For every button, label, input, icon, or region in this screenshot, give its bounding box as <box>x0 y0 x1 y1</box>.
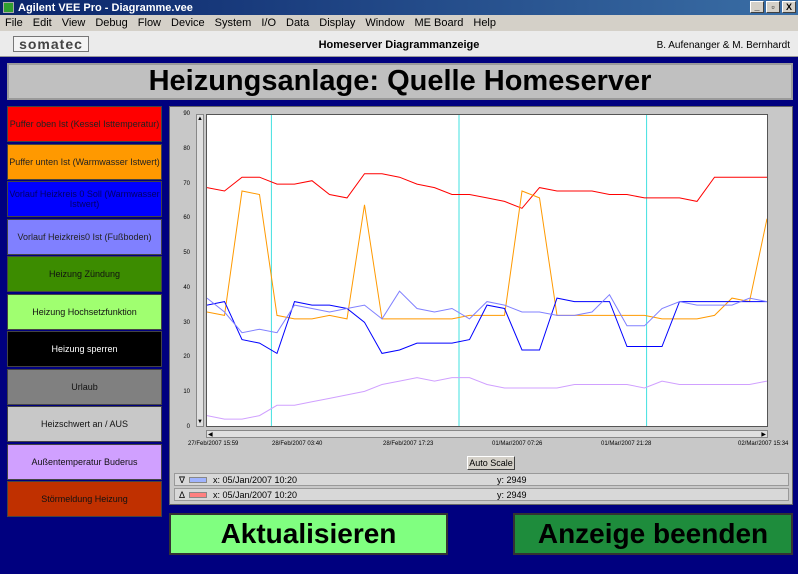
menu-view[interactable]: View <box>57 17 91 29</box>
cursor-y-value: y: 2949 <box>497 475 527 485</box>
series-line <box>206 377 768 420</box>
plot-area[interactable] <box>206 114 768 427</box>
exit-button[interactable]: Anzeige beenden <box>513 513 793 555</box>
page-title: Heizungsanlage: Quelle Homeserver <box>7 63 793 100</box>
legend-button[interactable]: Vorlauf Heizkreis0 Ist (Fußboden) <box>7 218 162 255</box>
legend-button[interactable]: Störmeldung Heizung <box>7 481 162 517</box>
cursor-color-swatch[interactable] <box>189 492 207 498</box>
legend-button[interactable]: Puffer oben Ist (Kessel Isttemperatur) <box>7 106 162 142</box>
legend-button[interactable]: Heizung Zündung <box>7 256 162 292</box>
x-tick-label: 28/Feb/2007 03:40 <box>272 441 323 447</box>
menu-system[interactable]: System <box>210 17 257 29</box>
legend-button[interactable]: Heizung sperren <box>7 331 162 367</box>
menu-data[interactable]: Data <box>281 17 314 29</box>
menu-i-o[interactable]: I/O <box>256 17 281 29</box>
cursor-color-swatch[interactable] <box>189 477 207 483</box>
legend-button[interactable]: Vorlauf Heizkreis 0 Soll (Warmwasser Ist… <box>7 181 162 217</box>
y-tick-label: 0 <box>186 424 190 430</box>
y-tick-label: 80 <box>183 145 190 152</box>
x-scrollbar[interactable]: ◀ ▶ <box>206 430 768 438</box>
menu-help[interactable]: Help <box>468 17 501 29</box>
y-tick-label: 20 <box>183 354 190 361</box>
legend-button[interactable]: Heizung Hochsetzfunktion <box>7 293 162 330</box>
cursor-x-value: x: 05/Jan/2007 10:20 <box>213 475 298 485</box>
cursor-y-value: y: 2949 <box>497 490 527 500</box>
app-header: somatec Homeserver Diagrammanzeige B. Au… <box>0 31 798 57</box>
x-tick-label: 02/Mar/2007 15:34 <box>738 441 789 447</box>
y-tick-label: 10 <box>183 389 190 396</box>
y-tick-label: 90 <box>183 111 190 117</box>
cursor-symbol: ∇ <box>179 475 186 485</box>
auto-scale-button[interactable]: Auto Scale <box>467 456 515 470</box>
x-tick-label: 28/Feb/2007 17:23 <box>383 441 434 447</box>
restore-button[interactable]: ▫ <box>766 1 780 13</box>
title-bar: Agilent VEE Pro - Diagramme.vee _ ▫ X <box>0 0 798 15</box>
close-button[interactable]: X <box>782 1 796 13</box>
legend-button[interactable]: Außentemperatur Buderus <box>7 443 162 480</box>
legend-button[interactable]: Puffer unten Ist (Warmwasser Istwert) <box>7 143 162 180</box>
cursor-symbol: Δ <box>179 490 186 500</box>
authors-label: B. Aufenanger & M. Bernhardt <box>656 40 790 51</box>
y-tick-label: 50 <box>183 250 190 257</box>
minimize-button[interactable]: _ <box>750 1 764 13</box>
cursor-row-2: Δ x: 05/Jan/2007 10:20 y: 2949 <box>174 488 789 501</box>
menu-display[interactable]: Display <box>314 17 360 29</box>
y-tick-label: 70 <box>183 180 190 187</box>
y-tick-label: 40 <box>183 284 190 291</box>
window-title: Agilent VEE Pro - Diagramme.vee <box>18 1 193 14</box>
x-tick-label: 01/Mar/2007 21:28 <box>601 441 652 447</box>
app-icon <box>3 2 14 13</box>
menu-edit[interactable]: Edit <box>28 17 57 29</box>
scroll-up-icon[interactable]: ▲ <box>197 115 203 123</box>
cursor-row-1: ∇ x: 05/Jan/2007 10:20 y: 2949 <box>174 473 789 486</box>
menu-device[interactable]: Device <box>166 17 210 29</box>
series-line <box>206 190 768 320</box>
series-line <box>206 173 767 209</box>
scroll-right-icon[interactable]: ▶ <box>761 431 766 438</box>
scroll-down-icon[interactable]: ▼ <box>197 418 203 426</box>
legend-button[interactable]: Heizschwert an / AUS <box>7 406 162 442</box>
series-line <box>206 297 767 355</box>
chart-panel: 90 80 70 60 50 40 30 20 10 0 ▲ ▼ ◀ ▶ 27/Feb/2007 … <box>169 106 793 505</box>
menu-bar: File Edit View Debug Flow Device System I/O Data… <box>0 15 798 31</box>
y-tick-label: 30 <box>183 319 190 326</box>
y-scrollbar[interactable]: ▲ ▼ <box>196 114 204 427</box>
line-chart[interactable] <box>206 115 768 426</box>
refresh-button[interactable]: Aktualisieren <box>169 513 448 555</box>
menu-file[interactable]: File <box>0 17 28 29</box>
x-tick-label: 01/Mar/2007 07:26 <box>492 441 543 447</box>
cursor-x-value: x: 05/Jan/2007 10:20 <box>213 490 298 500</box>
legend-button[interactable]: Urlaub <box>7 368 162 405</box>
menu-me-board[interactable]: ME Board <box>409 17 468 29</box>
scroll-left-icon[interactable]: ◀ <box>208 431 213 438</box>
y-tick-label: 60 <box>183 215 190 222</box>
x-tick-label: 27/Feb/2007 15:59 <box>188 441 239 447</box>
menu-flow[interactable]: Flow <box>133 17 166 29</box>
menu-window[interactable]: Window <box>360 17 409 29</box>
menu-debug[interactable]: Debug <box>90 17 132 29</box>
